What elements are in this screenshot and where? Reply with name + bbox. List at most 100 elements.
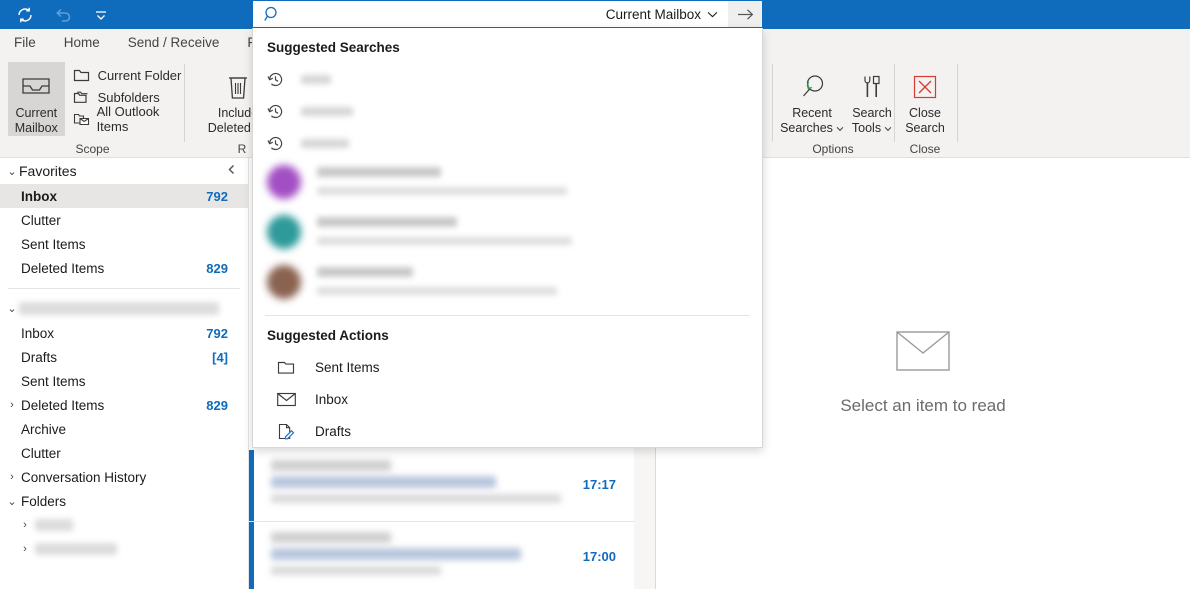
unread-count: 829 — [206, 260, 228, 276]
close-search-label-line1: Close — [909, 106, 941, 120]
ribbon-separator-4 — [957, 64, 958, 142]
message-preview-redacted — [271, 494, 561, 503]
send-receive-all-folders-button[interactable] — [14, 4, 36, 26]
history-icon — [267, 71, 301, 88]
suggested-action-drafts[interactable]: Drafts — [253, 415, 762, 447]
favorites-label: Favorites — [19, 163, 77, 179]
sidebar-item-favorites-inbox[interactable]: Inbox 792 — [0, 184, 248, 208]
suggested-action-label: Drafts — [315, 423, 352, 439]
sidebar-item-favorites-clutter[interactable]: Clutter — [0, 208, 248, 232]
recent-searches-label-line2: Searches — [780, 121, 833, 135]
search-bar[interactable]: Current Mailbox — [252, 0, 763, 28]
sidebar-item-label: Conversation History — [21, 469, 147, 485]
unread-count: 792 — [206, 325, 228, 341]
collapse-folder-pane-button[interactable] — [224, 161, 240, 177]
chevron-right-icon[interactable]: › — [5, 471, 19, 483]
subfolder-name-redacted — [35, 519, 73, 531]
search-tools-button[interactable]: Search Tools — [846, 62, 898, 136]
sidebar-item-drafts[interactable]: Drafts [4] — [0, 345, 248, 369]
contact-text — [301, 165, 567, 195]
suggested-search-item[interactable] — [253, 63, 762, 95]
chevron-right-icon[interactable]: › — [18, 543, 32, 555]
folder-pane: ⌄ Favorites Inbox 792 Clutter Sent Items… — [0, 158, 249, 589]
search-tools-label-line2: Tools — [851, 121, 882, 135]
unread-count: 792 — [206, 188, 228, 204]
chevron-down-icon — [884, 126, 892, 131]
folder-pane-divider — [8, 288, 240, 289]
favorites-header[interactable]: ⌄ Favorites — [0, 158, 248, 184]
draft-pencil-icon — [267, 423, 315, 440]
tab-home[interactable]: Home — [50, 29, 114, 56]
current-mailbox-label-line1: Current — [15, 106, 58, 120]
trash-icon — [225, 68, 251, 106]
sidebar-item-subfolder-2[interactable]: › — [0, 537, 248, 561]
sidebar-item-inbox[interactable]: Inbox 792 — [0, 321, 248, 345]
suggested-action-inbox[interactable]: Inbox — [253, 383, 762, 415]
ribbon-group-close-label: Close — [909, 142, 941, 156]
sidebar-item-subfolder-1[interactable]: › — [0, 513, 248, 537]
recent-searches-button[interactable]: Recent Searches — [780, 62, 844, 136]
sidebar-item-clutter[interactable]: Clutter — [0, 441, 248, 465]
account-name-redacted — [19, 301, 219, 315]
contact-name-redacted — [317, 267, 413, 277]
suggested-search-item[interactable] — [253, 127, 762, 159]
all-outlook-items-button[interactable]: All Outlook Items — [73, 104, 185, 134]
ribbon-group-scope: Current Mailbox Current Folder Subfolder… — [0, 56, 185, 158]
account-header[interactable]: ⌄ — [0, 295, 248, 321]
sidebar-item-sent-items[interactable]: Sent Items — [0, 369, 248, 393]
history-icon — [267, 135, 301, 152]
search-input[interactable] — [291, 1, 596, 27]
ribbon-group-options-label: Options — [812, 142, 854, 156]
sidebar-item-favorites-deleted-items[interactable]: Deleted Items 829 — [0, 256, 248, 280]
chevron-right-icon[interactable]: › — [18, 519, 32, 531]
ribbon-separator-1 — [184, 64, 185, 142]
message-list-item[interactable]: 17:17 — [249, 450, 634, 522]
suggested-action-label: Inbox — [315, 391, 349, 407]
avatar — [267, 265, 301, 299]
avatar — [267, 165, 301, 199]
message-list-item[interactable]: 17:00 — [249, 522, 634, 589]
sidebar-item-favorites-sent-items[interactable]: Sent Items — [0, 232, 248, 256]
sidebar-item-folders[interactable]: ⌄ Folders — [0, 489, 248, 513]
suggested-contact-item[interactable] — [253, 209, 762, 259]
search-submit-button[interactable] — [728, 1, 762, 27]
close-search-icon — [910, 68, 940, 106]
suggested-actions-title: Suggested Actions — [267, 328, 389, 343]
current-mailbox-label-line2: Mailbox — [14, 121, 58, 135]
contact-email-redacted — [317, 287, 557, 295]
message-sender-redacted — [271, 532, 391, 543]
suggested-contact-item[interactable] — [253, 159, 762, 209]
tab-send-receive[interactable]: Send / Receive — [114, 29, 234, 56]
suggested-search-query-redacted — [301, 106, 353, 116]
contact-name-redacted — [317, 167, 441, 177]
suggested-contact-item[interactable] — [253, 259, 762, 309]
suggested-action-label: Sent Items — [315, 359, 380, 375]
search-tools-label-line1: Search — [852, 106, 892, 120]
current-mailbox-button[interactable]: Current Mailbox — [8, 62, 65, 136]
search-scope-selector[interactable]: Current Mailbox — [596, 1, 728, 27]
sidebar-item-label: Archive — [21, 421, 67, 437]
sidebar-item-archive[interactable]: Archive — [0, 417, 248, 441]
customize-quick-access-toolbar-button[interactable] — [90, 4, 112, 26]
chevron-right-icon[interactable]: › — [5, 399, 19, 411]
reading-pane-empty-message: Select an item to read — [840, 396, 1006, 415]
unread-indicator — [249, 450, 254, 521]
tab-file[interactable]: File — [0, 29, 50, 56]
close-search-button[interactable]: Close Search — [894, 62, 956, 136]
sidebar-item-deleted-items[interactable]: › Deleted Items 829 — [0, 393, 248, 417]
ribbon-group-close: Close Search Close — [894, 56, 958, 158]
contact-text — [301, 265, 557, 295]
suggested-search-item[interactable] — [253, 95, 762, 127]
undo-button[interactable] — [52, 4, 74, 26]
chevron-down-icon — [707, 11, 718, 17]
subfolders-icon — [73, 88, 91, 106]
suggested-action-sent-items[interactable]: Sent Items — [253, 351, 762, 383]
quick-access-toolbar — [14, 0, 112, 29]
suggested-search-query-redacted — [301, 74, 331, 84]
current-folder-button[interactable]: Current Folder — [73, 64, 185, 86]
chevron-down-icon — [836, 126, 844, 131]
chevron-down-icon — [96, 10, 106, 20]
chevron-down-icon[interactable]: ⌄ — [5, 495, 19, 508]
sidebar-item-conversation-history[interactable]: › Conversation History — [0, 465, 248, 489]
search-suggestions-dropdown: Suggested Searches Suggested Actions Sen… — [252, 28, 763, 448]
